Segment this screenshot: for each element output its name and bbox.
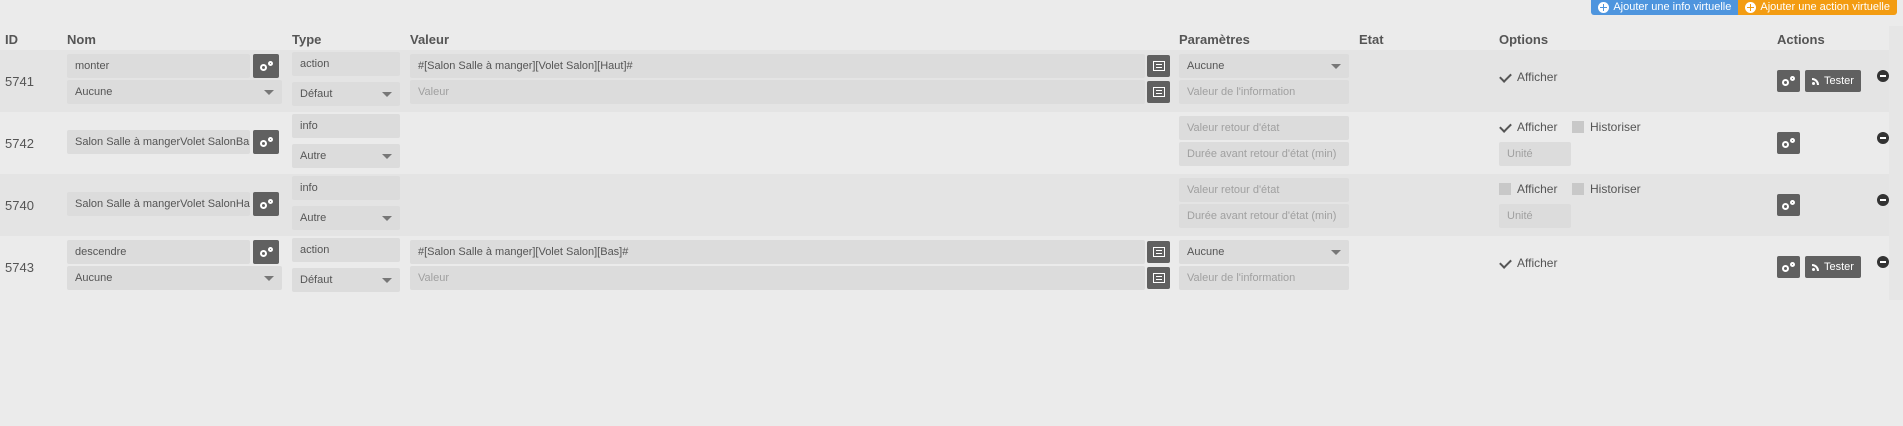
header-valeur: Valeur [410,32,450,47]
header-type: Type [292,32,322,47]
value-input[interactable]: #[Salon Salle à manger][Volet Salon][Bas… [410,240,1145,264]
table-header: ID Nom Type Valeur Paramètres Etat Optio… [0,26,1903,50]
value-list-button[interactable] [1147,55,1170,77]
configure-name-button[interactable] [253,240,279,264]
param1-input[interactable]: Valeur retour d'état [1179,116,1349,140]
list-icon [1152,273,1165,283]
unit-input[interactable]: Unité [1499,142,1571,166]
remove-icon[interactable] [1877,194,1889,206]
checkbox-icon [1572,183,1584,195]
param1-input[interactable]: Valeur retour d'état [1179,178,1349,202]
tester-button[interactable]: Tester [1805,256,1861,278]
row-id: 5742 [5,136,34,151]
row-id: 5743 [5,260,34,275]
type-field: action [292,238,400,262]
param2-input[interactable]: Valeur de l'information [1179,80,1349,104]
remove-icon[interactable] [1877,256,1889,268]
header-parametres: Paramètres [1179,32,1250,47]
remove-icon[interactable] [1877,70,1889,82]
header-id: ID [5,32,18,47]
scrollbar[interactable] [1889,26,1903,300]
type-field: info [292,114,400,138]
list-icon [1152,87,1165,97]
configure-button[interactable] [1777,132,1800,154]
param2-input[interactable]: Durée avant retour d'état (min) [1179,204,1349,228]
option-historiser[interactable]: Historiser [1572,182,1641,196]
gears-icon [1782,199,1795,211]
add-virtual-info-button[interactable]: Ajouter une info virtuelle [1591,0,1739,15]
type-field: info [292,176,400,200]
subtype-select[interactable]: Autre [292,206,400,230]
table-row: 5743 descendre Aucune action Défaut #[Sa… [0,236,1903,298]
type-field: action [292,52,400,76]
checkbox-icon [1499,183,1511,195]
name-input[interactable]: monter [67,54,250,78]
top-buttons: Ajouter une info virtuelle Ajouter une a… [1591,0,1897,15]
option-historiser[interactable]: Historiser [1572,120,1641,134]
option-afficher[interactable]: Afficher [1499,256,1557,270]
configure-button[interactable] [1777,256,1800,278]
option-afficher[interactable]: Afficher [1499,70,1557,84]
row-id: 5741 [5,74,34,89]
table-row: 5741 monter Aucune action Défaut #[Salon… [0,50,1903,112]
value-placeholder-input[interactable]: Valeur [410,80,1145,104]
plus-circle-icon [1598,2,1610,13]
gears-icon [1782,75,1795,87]
configure-button[interactable] [1777,194,1800,216]
name-input[interactable]: descendre [67,240,250,264]
value-list-button[interactable] [1147,267,1170,289]
checkbox-icon [1572,121,1584,133]
configure-name-button[interactable] [253,130,279,154]
option-afficher[interactable]: Afficher [1499,120,1557,134]
table-row: 5740 Salon Salle à mangerVolet SalonHa i… [0,174,1903,236]
configure-button[interactable] [1777,70,1800,92]
param2-input[interactable]: Valeur de l'information [1179,266,1349,290]
configure-icon [259,198,273,210]
configure-name-button[interactable] [253,192,279,216]
value-list-button[interactable] [1147,81,1170,103]
row-id: 5740 [5,198,34,213]
remove-icon[interactable] [1877,132,1889,144]
configure-icon [259,60,273,72]
name-input[interactable]: Salon Salle à mangerVolet SalonHa [67,192,250,216]
param1-select[interactable]: Aucune [1179,240,1349,264]
unit-input[interactable]: Unité [1499,204,1571,228]
param2-input[interactable]: Durée avant retour d'état (min) [1179,142,1349,166]
param1-select[interactable]: Aucune [1179,54,1349,78]
subname-select[interactable]: Aucune [67,80,282,104]
plus-circle-icon [1745,2,1757,13]
header-options: Options [1499,32,1549,47]
rss-icon [1812,77,1820,85]
name-input[interactable]: Salon Salle à mangerVolet SalonBa [67,130,250,154]
value-input[interactable]: #[Salon Salle à manger][Volet Salon][Hau… [410,54,1145,78]
configure-icon [259,136,273,148]
subtype-select[interactable]: Défaut [292,268,400,292]
rss-icon [1812,263,1820,271]
value-placeholder-input[interactable]: Valeur [410,266,1145,290]
value-list-button[interactable] [1147,241,1170,263]
gears-icon [1782,137,1795,149]
subtype-select[interactable]: Défaut [292,82,400,106]
option-afficher[interactable]: Afficher [1499,182,1557,196]
subtype-select[interactable]: Autre [292,144,400,168]
list-icon [1152,61,1165,71]
table-row: 5742 Salon Salle à mangerVolet SalonBa i… [0,112,1903,174]
configure-icon [259,246,273,258]
checkmark-icon [1499,257,1511,269]
header-nom: Nom [67,32,96,47]
checkmark-icon [1499,121,1511,133]
checkmark-icon [1499,71,1511,83]
add-virtual-action-button[interactable]: Ajouter une action virtuelle [1738,0,1897,15]
header-actions: Actions [1777,32,1825,47]
configure-name-button[interactable] [253,54,279,78]
gears-icon [1782,261,1795,273]
header-etat: Etat [1359,32,1384,47]
commands-table: ID Nom Type Valeur Paramètres Etat Optio… [0,26,1903,298]
subname-select[interactable]: Aucune [67,266,282,290]
tester-button[interactable]: Tester [1805,70,1861,92]
list-icon [1152,247,1165,257]
